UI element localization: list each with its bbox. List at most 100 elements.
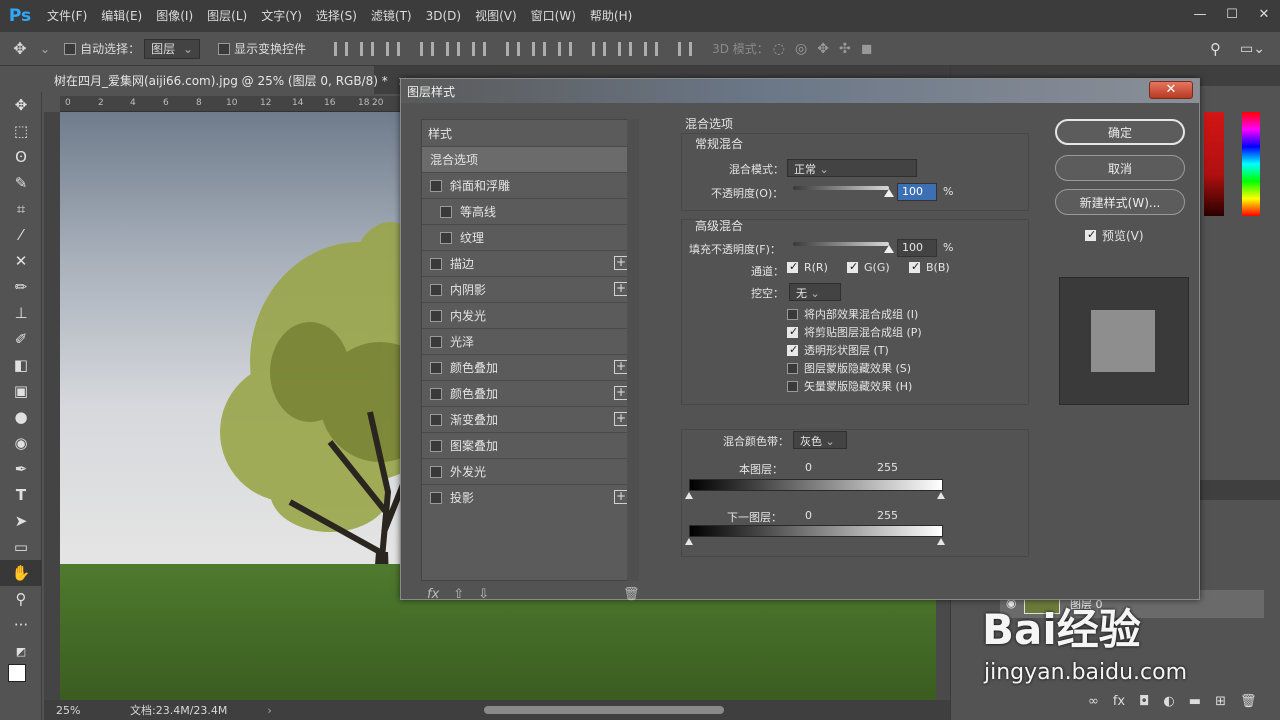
menu-image[interactable]: 图像(I)	[149, 0, 200, 32]
distribute-top-icon[interactable]	[506, 41, 521, 56]
new-group-icon[interactable]: ▬	[1189, 694, 1201, 709]
adjustment-layer-icon[interactable]: ◐	[1163, 694, 1174, 709]
align-hcenter-icon[interactable]	[446, 41, 461, 56]
menu-layer[interactable]: 图层(L)	[200, 0, 254, 32]
opacity-slider[interactable]	[793, 186, 889, 190]
ok-button[interactable]: 确定	[1055, 119, 1185, 145]
style-item[interactable]: 图案叠加	[422, 432, 638, 458]
link-layers-icon[interactable]: ∞	[1088, 694, 1099, 709]
new-layer-icon[interactable]: ⊞	[1215, 694, 1226, 709]
opacity-input[interactable]: 100	[897, 183, 937, 201]
style-item-checkbox[interactable]	[440, 205, 452, 218]
eyedropper-tool-icon[interactable]: ⁄	[0, 222, 42, 248]
menu-edit[interactable]: 编辑(E)	[94, 0, 149, 32]
style-item-checkbox[interactable]	[430, 439, 442, 452]
align-right-icon[interactable]	[472, 41, 487, 56]
style-item[interactable]: 斜面和浮雕	[422, 172, 638, 198]
3d-mode-icons[interactable]: ◌◎✥✣◼	[773, 41, 883, 57]
new-style-button[interactable]: 新建样式(W)...	[1055, 189, 1185, 215]
channel-g[interactable]: G(G)	[847, 260, 890, 274]
channel-b-checkbox[interactable]	[909, 260, 920, 273]
add-effect-icon[interactable]: +	[614, 386, 628, 400]
menu-view[interactable]: 视图(V)	[468, 0, 524, 32]
lasso-tool-icon[interactable]: ʘ	[0, 144, 42, 170]
type-tool-icon[interactable]: T	[0, 482, 42, 508]
horizontal-scrollbar[interactable]	[484, 706, 724, 714]
menu-3d[interactable]: 3D(D)	[419, 0, 468, 32]
add-effect-icon[interactable]: +	[614, 256, 628, 270]
style-item-checkbox[interactable]	[440, 231, 452, 244]
marquee-tool-icon[interactable]: ⬚	[0, 118, 42, 144]
delete-layer-icon[interactable]: 🗑	[1240, 694, 1257, 709]
channel-r-checkbox[interactable]	[787, 260, 798, 273]
style-item[interactable]: 颜色叠加 +	[422, 354, 638, 380]
menu-help[interactable]: 帮助(H)	[583, 0, 639, 32]
distribute-right-icon[interactable]	[644, 41, 659, 56]
move-tool-icon[interactable]: ✥	[0, 92, 42, 118]
foreground-color-swatch[interactable]	[8, 664, 26, 682]
this-layer-white-slider[interactable]	[937, 492, 945, 499]
style-item-checkbox[interactable]	[430, 257, 442, 270]
style-item-checkbox[interactable]	[430, 361, 442, 374]
align-left-icon[interactable]	[420, 41, 435, 56]
style-item[interactable]: 内发光	[422, 302, 638, 328]
this-layer-black-slider[interactable]	[685, 492, 693, 499]
style-item-checkbox[interactable]	[430, 387, 442, 400]
move-tool-icon[interactable]: ✥	[0, 39, 40, 58]
preview-checkbox[interactable]	[1085, 228, 1096, 241]
underlying-layer-gradient[interactable]	[689, 525, 943, 537]
knockout-dropdown[interactable]: 无	[789, 283, 841, 301]
fill-opacity-slider-thumb[interactable]	[884, 245, 894, 253]
quick-select-tool-icon[interactable]: ✎	[0, 170, 42, 196]
default-colors-icon[interactable]: ◩	[0, 638, 42, 664]
fill-opacity-slider[interactable]	[793, 242, 889, 246]
add-effect-icon[interactable]: +	[614, 282, 628, 296]
status-arrow-icon[interactable]: ›	[267, 704, 271, 717]
this-layer-gradient[interactable]	[689, 479, 943, 491]
add-effect-icon[interactable]: +	[614, 490, 628, 504]
fx-icon[interactable]: fx	[1113, 694, 1125, 709]
blend-if-dropdown[interactable]: 灰色	[793, 431, 847, 449]
crop-tool-icon[interactable]: ⌗	[0, 196, 42, 222]
distribute-vcenter-icon[interactable]	[532, 41, 547, 56]
advanced-option-checkbox[interactable]	[787, 343, 798, 356]
opacity-slider-thumb[interactable]	[884, 189, 894, 197]
style-item[interactable]: 内阴影 +	[422, 276, 638, 302]
style-item[interactable]: 投影 +	[422, 484, 638, 510]
menu-type[interactable]: 文字(Y)	[254, 0, 309, 32]
menu-select[interactable]: 选择(S)	[309, 0, 364, 32]
preview-toggle[interactable]: 预览(V)	[1085, 227, 1144, 244]
auto-select-checkbox[interactable]	[64, 42, 77, 55]
pen-tool-icon[interactable]: ✒	[0, 456, 42, 482]
underlying-black-slider[interactable]	[685, 538, 693, 545]
dialog-title-bar[interactable]: 图层样式	[401, 79, 1199, 103]
style-item[interactable]: 描边 +	[422, 250, 638, 276]
style-item[interactable]: 等高线	[422, 198, 638, 224]
advanced-option[interactable]: 透明形状图层 (T)	[787, 341, 922, 359]
healing-tool-icon[interactable]: ✕	[0, 248, 42, 274]
advanced-option-checkbox[interactable]	[787, 325, 798, 338]
document-tab[interactable]: 树在四月_爱集网(aiji66.com).jpg @ 25% (图层 0, RG…	[44, 66, 408, 94]
distribute-left-icon[interactable]	[592, 41, 607, 56]
fill-opacity-input[interactable]: 100	[897, 239, 937, 257]
dialog-close-button[interactable]: ✕	[1149, 81, 1193, 99]
maximize-button[interactable]: ☐	[1216, 0, 1248, 28]
channel-b[interactable]: B(B)	[909, 260, 950, 274]
minimize-button[interactable]: —	[1184, 0, 1216, 28]
style-item[interactable]: 光泽	[422, 328, 638, 354]
zoom-tool-icon[interactable]: ⚲	[0, 586, 42, 612]
advanced-option[interactable]: 将内部效果混合成组 (I)	[787, 305, 922, 323]
advanced-option[interactable]: 图层蒙版隐藏效果 (S)	[787, 359, 922, 377]
style-item-checkbox[interactable]	[430, 179, 442, 192]
style-item[interactable]: 混合选项	[422, 146, 638, 172]
distribute-bottom-icon[interactable]	[558, 41, 573, 56]
hue-slider[interactable]	[1242, 112, 1260, 216]
cancel-button[interactable]: 取消	[1055, 155, 1185, 181]
styles-header[interactable]: 样式	[422, 120, 638, 146]
advanced-option[interactable]: 将剪贴图层混合成组 (P)	[787, 323, 922, 341]
align-top-icon[interactable]	[334, 41, 349, 56]
style-item-checkbox[interactable]	[430, 413, 442, 426]
trash-icon[interactable]: 🗑	[623, 587, 640, 602]
add-effect-icon[interactable]: +	[614, 412, 628, 426]
advanced-option-checkbox[interactable]	[787, 308, 798, 320]
